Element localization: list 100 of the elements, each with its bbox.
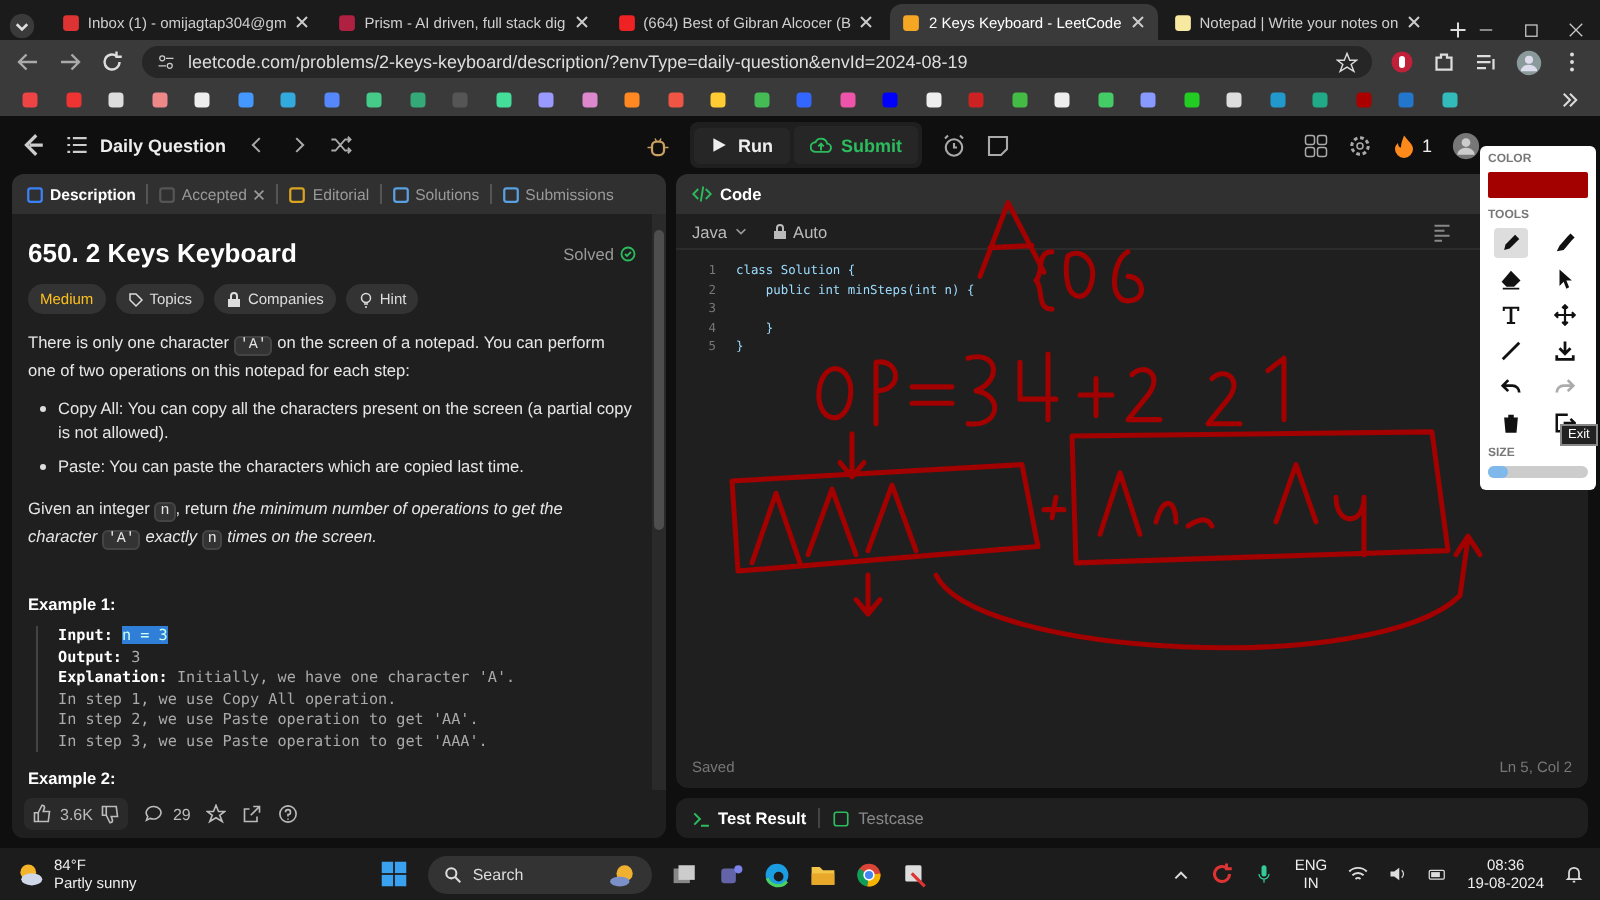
language-dropdown[interactable]: Java: [692, 221, 748, 241]
size-slider[interactable]: [1488, 466, 1588, 478]
favicon-icon: [617, 13, 636, 31]
like-button[interactable]: 3.6K: [24, 798, 129, 830]
bookmark-icon[interactable]: [751, 90, 771, 110]
bookmark-icon[interactable]: [1052, 90, 1072, 110]
puzzle-icon[interactable]: [1432, 50, 1456, 74]
start-icon[interactable]: [380, 860, 409, 888]
operation-item: Copy All: You can copy all the characters present on the screen (a partial copy is not allowed).: [58, 396, 634, 444]
close-icon[interactable]: [573, 14, 590, 30]
site-info-icon[interactable]: [156, 52, 176, 72]
shuffle-icon[interactable]: [330, 134, 353, 156]
list-icon[interactable]: [66, 134, 88, 156]
move-tool-button[interactable]: [1548, 300, 1582, 330]
thumbs-up-icon: [32, 804, 52, 824]
forward-icon[interactable]: [58, 50, 82, 74]
bookmark-icon[interactable]: [1439, 90, 1459, 110]
favicon-icon: [61, 13, 80, 31]
pencil-tool-button[interactable]: [1494, 228, 1528, 258]
volume-icon[interactable]: [1387, 864, 1408, 884]
console-tab[interactable]: Test Result: [692, 808, 807, 828]
code-panel-title: Code: [720, 184, 762, 204]
share-icon[interactable]: [242, 804, 263, 824]
debug-icon[interactable]: [646, 133, 670, 157]
restore-icon[interactable]: [1521, 20, 1542, 40]
teams-icon[interactable]: [718, 861, 745, 887]
bookmark-icon[interactable]: [1138, 90, 1158, 110]
fire-icon[interactable]: [1391, 133, 1416, 157]
bookmark-icon[interactable]: [1009, 90, 1029, 110]
bookmark-icon[interactable]: [1224, 90, 1244, 110]
favicon-icon: [1173, 13, 1192, 31]
user-avatar-icon[interactable]: [1452, 131, 1480, 159]
search-icon: [444, 865, 463, 883]
bookmark-icon[interactable]: [536, 90, 556, 110]
move-icon: [1554, 304, 1576, 326]
wifi-icon[interactable]: [1347, 864, 1368, 884]
edge-browser-icon[interactable]: [764, 861, 791, 887]
bookmark-icon[interactable]: [579, 90, 599, 110]
bookmark-icon[interactable]: [708, 90, 728, 110]
lightbulb-icon: [357, 291, 374, 307]
profile-avatar-icon[interactable]: [1516, 49, 1542, 75]
console-tab[interactable]: Testcase: [832, 808, 924, 828]
bookmark-icon[interactable]: [149, 90, 169, 110]
close-icon[interactable]: [858, 14, 875, 30]
operation-item: Paste: You can paste the characters which are copied last time.: [58, 454, 524, 478]
bookmark-icon[interactable]: [364, 90, 384, 110]
chrome-browser-icon[interactable]: [856, 861, 883, 887]
star-icon[interactable]: [206, 804, 227, 824]
snipping-tool-icon[interactable]: [902, 861, 929, 887]
bookmark-icon[interactable]: [1310, 90, 1330, 110]
bookmark-icon[interactable]: [1095, 90, 1115, 110]
bookmark-star-icon[interactable]: [1336, 51, 1358, 73]
format-icon[interactable]: [1432, 221, 1452, 241]
bookmark-icon[interactable]: [106, 90, 126, 110]
run-button[interactable]: Run: [694, 127, 789, 163]
close-icon[interactable]: [1129, 14, 1146, 30]
layout-grid-icon[interactable]: [1303, 133, 1328, 157]
close-icon[interactable]: [1566, 20, 1587, 40]
bullet-icon: [40, 406, 46, 412]
tab-icon: [157, 185, 176, 203]
notification-bell-icon[interactable]: [1564, 864, 1585, 884]
streak-count: 1: [1421, 135, 1432, 155]
tag-icon: [127, 291, 144, 307]
close-icon[interactable]: [252, 187, 267, 201]
tab-search-icon[interactable]: [8, 12, 36, 40]
battery-icon[interactable]: [1427, 864, 1448, 884]
settings-icon[interactable]: [1347, 133, 1372, 157]
address-bar[interactable]: leetcode.com/problems/2-keys-keyboard/description/?envType=daily-question&envId=2024-08-19: [142, 46, 1372, 78]
note-icon[interactable]: [986, 133, 1010, 157]
close-icon[interactable]: [294, 14, 311, 30]
bookmark-icon[interactable]: [493, 90, 513, 110]
color-swatch[interactable]: [1488, 172, 1588, 198]
bookmark-icon[interactable]: [622, 90, 642, 110]
alarm-icon[interactable]: [942, 133, 966, 157]
daily-question-title[interactable]: Daily Question: [100, 135, 227, 155]
submit-button[interactable]: Submit: [793, 126, 918, 164]
bookmark-icon[interactable]: [235, 90, 255, 110]
trash-icon: [1500, 412, 1522, 434]
more-bookmarks-icon[interactable]: [1560, 90, 1580, 110]
auto-mode-label[interactable]: Auto: [793, 221, 828, 241]
back-icon[interactable]: [16, 50, 40, 74]
close-icon[interactable]: [1406, 14, 1423, 30]
tab-icon: [391, 185, 410, 203]
bookmark-icon[interactable]: [278, 90, 298, 110]
shield-extension-icon[interactable]: [1390, 50, 1414, 74]
help-icon[interactable]: [278, 804, 299, 824]
media-control-icon[interactable]: [1474, 50, 1498, 74]
pencil-icon: [1500, 232, 1522, 254]
sync-icon[interactable]: [1210, 862, 1235, 886]
reload-icon[interactable]: [100, 50, 124, 74]
folder-icon[interactable]: [810, 861, 837, 887]
taskbar-search[interactable]: Search: [428, 855, 653, 893]
scrollbar-thumb[interactable]: [654, 230, 664, 530]
bookmark-icon[interactable]: [923, 90, 943, 110]
microphone-icon[interactable]: [1254, 864, 1275, 884]
task-view-icon[interactable]: [672, 861, 699, 887]
comment-icon[interactable]: [144, 804, 165, 824]
new-tab-icon[interactable]: [1448, 20, 1469, 40]
bookmark-icon[interactable]: [192, 90, 212, 110]
bookmark-icon[interactable]: [1181, 90, 1201, 110]
